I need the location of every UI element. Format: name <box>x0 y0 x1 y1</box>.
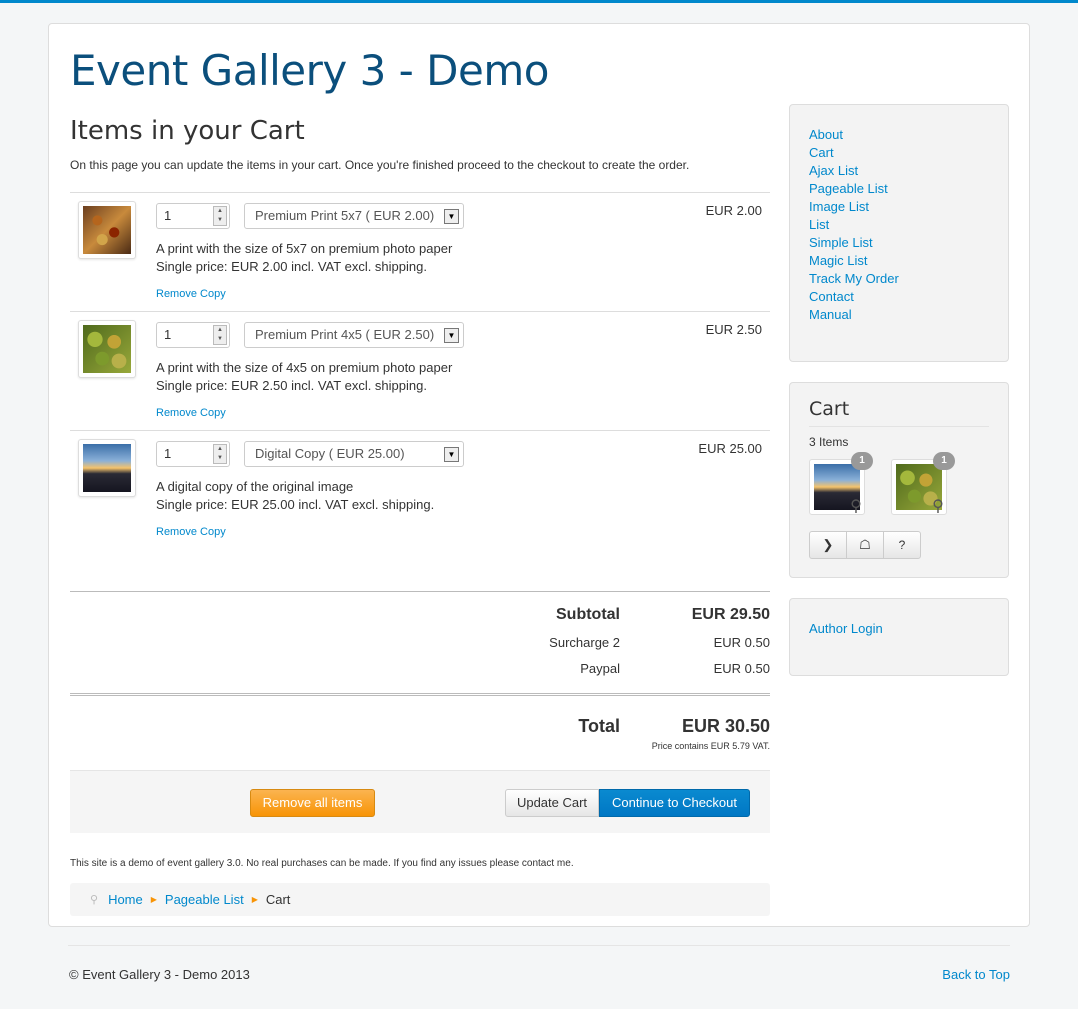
remove-copy-link[interactable]: Remove Copy <box>156 526 226 538</box>
quantity-input[interactable]: 1 ▲ ▼ <box>156 322 230 348</box>
cart-row: 1 ▲ ▼ Premium Print 4x5 ( EUR 2.50) ▼ EUR… <box>70 312 770 431</box>
surcharge-row: Surcharge 2 EUR 0.50 <box>70 635 770 661</box>
cart-item-thumbnail[interactable] <box>78 320 136 378</box>
vat-note: Price contains EUR 5.79 VAT. <box>651 741 770 751</box>
dropdown-arrow-icon[interactable]: ▼ <box>444 447 459 462</box>
item-description: A digital copy of the original image Sin… <box>156 479 435 512</box>
menu-item-magic-list[interactable]: Magic List <box>809 252 989 270</box>
subtotal-label: Subtotal <box>556 606 620 623</box>
back-to-top-link[interactable]: Back to Top <box>942 967 1010 982</box>
map-marker-icon: ⚲ <box>90 894 99 906</box>
spinner-arrows-icon[interactable]: ▲ ▼ <box>213 444 227 464</box>
dropdown-arrow-icon[interactable]: ▼ <box>444 209 459 224</box>
help-button[interactable]: ? <box>883 531 921 559</box>
site-title: Event Gallery 3 - Demo <box>70 46 549 95</box>
paypal-row: Paypal EUR 0.50 <box>70 661 770 687</box>
triangle-right-icon: ▶ <box>251 895 258 904</box>
item-price: EUR 2.50 <box>705 322 762 337</box>
disclaimer-text: This site is a demo of event gallery 3.0… <box>70 858 574 869</box>
menu-item-track-my-order[interactable]: Track My Order <box>809 270 989 288</box>
item-description: A print with the size of 5x7 on premium … <box>156 241 453 274</box>
checkout-button-group: Update Cart Continue to Checkout <box>505 789 750 817</box>
basket-icon[interactable]: ⚲ <box>925 497 951 517</box>
spinner-arrows-icon[interactable]: ▲ ▼ <box>213 206 227 226</box>
cart-module: Cart 3 Items 1 ⚲ 1 ⚲ ❯ ☖ ? <box>789 382 1009 578</box>
main-menu: About Cart Ajax List Pageable List Image… <box>789 104 1009 362</box>
quantity-badge: 1 <box>933 452 955 470</box>
menu-item-contact[interactable]: Contact <box>809 288 989 306</box>
option-select[interactable]: Premium Print 5x7 ( EUR 2.00) ▼ <box>244 203 464 229</box>
remove-copy-link[interactable]: Remove Copy <box>156 407 226 419</box>
menu-item-manual[interactable]: Manual <box>809 306 989 324</box>
quantity-badge: 1 <box>851 452 873 470</box>
mini-cart-items: 1 ⚲ 1 ⚲ <box>809 452 989 519</box>
menu-item-about[interactable]: About <box>809 126 989 144</box>
intro-text: On this page you can update the items in… <box>70 158 690 172</box>
total-section: Total EUR 30.50 Price contains EUR 5.79 … <box>70 693 770 753</box>
surcharge-label: Surcharge 2 <box>549 635 620 650</box>
quantity-input[interactable]: 1 ▲ ▼ <box>156 203 230 229</box>
surcharge-value: EUR 0.50 <box>713 635 770 650</box>
breadcrumb: ⚲ Home ▶ Pageable List ▶ Cart <box>70 883 770 916</box>
page-container: Event Gallery 3 - Demo Items in your Car… <box>48 23 1030 927</box>
subtotal-value: EUR 29.50 <box>691 606 770 623</box>
paypal-label: Paypal <box>580 661 620 676</box>
option-select[interactable]: Premium Print 4x5 ( EUR 2.50) ▼ <box>244 322 464 348</box>
remove-copy-link[interactable]: Remove Copy <box>156 288 226 300</box>
author-login-link[interactable]: Author Login <box>809 620 989 638</box>
total-value: EUR 30.50 <box>681 716 770 736</box>
quantity-input[interactable]: 1 ▲ ▼ <box>156 441 230 467</box>
chevron-down-icon[interactable]: ❯ <box>809 531 847 559</box>
option-select[interactable]: Digital Copy ( EUR 25.00) ▼ <box>244 441 464 467</box>
cart-table: 1 ▲ ▼ Premium Print 5x7 ( EUR 2.00) ▼ EUR… <box>70 192 770 550</box>
cart-item-count: 3 Items <box>809 435 849 449</box>
main-content: Items in your Cart On this page you can … <box>70 116 770 916</box>
basket-icon[interactable]: ☖ <box>846 531 884 559</box>
menu-item-list[interactable]: List <box>809 216 989 234</box>
cart-actions: Remove all items Update Cart Continue to… <box>70 770 770 833</box>
total-row: Total EUR 30.50 <box>70 716 770 742</box>
update-cart-button[interactable]: Update Cart <box>505 789 599 817</box>
menu-item-simple-list[interactable]: Simple List <box>809 234 989 252</box>
login-module: Author Login <box>789 598 1009 676</box>
dropdown-arrow-icon[interactable]: ▼ <box>444 328 459 343</box>
mini-cart-item[interactable]: 1 ⚲ <box>809 452 873 517</box>
basket-icon[interactable]: ⚲ <box>843 497 869 517</box>
menu-item-image-list[interactable]: Image List <box>809 198 989 216</box>
cart-totals: Subtotal EUR 29.50 Surcharge 2 EUR 0.50 … <box>70 591 770 753</box>
cart-row: 1 ▲ ▼ Premium Print 5x7 ( EUR 2.00) ▼ EUR… <box>70 193 770 312</box>
page-title: Items in your Cart <box>70 116 305 146</box>
menu-item-cart[interactable]: Cart <box>809 144 989 162</box>
menu-item-ajax-list[interactable]: Ajax List <box>809 162 989 180</box>
continue-to-checkout-button[interactable]: Continue to Checkout <box>599 789 750 817</box>
cart-row: 1 ▲ ▼ Digital Copy ( EUR 25.00) ▼ EUR 25.… <box>70 431 770 550</box>
triangle-right-icon: ▶ <box>150 895 157 904</box>
item-description: A print with the size of 4x5 on premium … <box>156 360 453 393</box>
mini-cart-item[interactable]: 1 ⚲ <box>891 452 955 517</box>
breadcrumb-home[interactable]: Home <box>108 892 143 907</box>
remove-all-items-button[interactable]: Remove all items <box>250 789 375 817</box>
cart-item-thumbnail[interactable] <box>78 201 136 259</box>
subtotal-row: Subtotal EUR 29.50 <box>70 606 770 632</box>
item-price: EUR 25.00 <box>698 441 762 456</box>
sidebar: About Cart Ajax List Pageable List Image… <box>789 104 1009 696</box>
cart-module-buttons: ❯ ☖ ? <box>809 531 989 559</box>
breadcrumb-pageable-list[interactable]: Pageable List <box>165 892 244 907</box>
cart-item-thumbnail[interactable] <box>78 439 136 497</box>
menu-item-pageable-list[interactable]: Pageable List <box>809 180 989 198</box>
footer-copyright: © Event Gallery 3 - Demo 2013 <box>69 967 250 982</box>
total-label: Total <box>578 716 620 736</box>
footer-divider <box>68 945 1010 946</box>
cart-module-title: Cart <box>809 398 989 427</box>
paypal-value: EUR 0.50 <box>713 661 770 676</box>
spinner-arrows-icon[interactable]: ▲ ▼ <box>213 325 227 345</box>
item-price: EUR 2.00 <box>705 203 762 218</box>
breadcrumb-current: Cart <box>265 892 291 907</box>
